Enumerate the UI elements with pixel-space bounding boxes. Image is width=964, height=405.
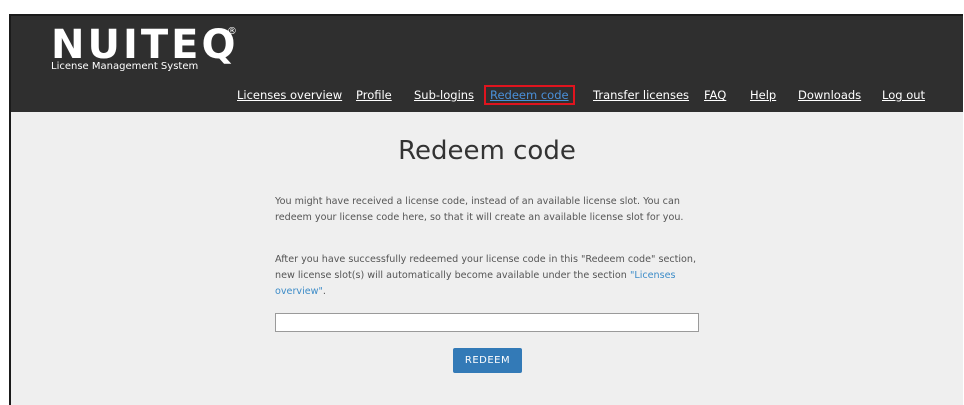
instructions-text: After you have successfully redeemed you… <box>275 252 705 300</box>
app-frame: NUITEQ ® License Management System Licen… <box>9 14 963 405</box>
redeem-button[interactable]: REDEEM <box>453 348 522 373</box>
nav-redeem-code[interactable]: Redeem code <box>484 85 575 105</box>
nav-faq[interactable]: FAQ <box>704 88 726 102</box>
instructions-end: . <box>322 286 326 297</box>
nav-sub-logins[interactable]: Sub-logins <box>414 88 474 102</box>
page-title: Redeem code <box>398 136 576 166</box>
registered-mark: ® <box>227 26 237 37</box>
logo-subtitle: License Management System <box>51 61 199 72</box>
nav-licenses-overview[interactable]: Licenses overview <box>237 88 342 102</box>
nav-transfer-licenses[interactable]: Transfer licenses <box>593 88 689 102</box>
nav-log-out[interactable]: Log out <box>882 88 925 102</box>
nav-downloads[interactable]: Downloads <box>798 88 861 102</box>
license-code-input[interactable] <box>275 313 699 332</box>
main-content: Redeem code You might have received a li… <box>11 112 963 405</box>
site-header: NUITEQ ® License Management System Licen… <box>11 16 963 112</box>
nav-profile[interactable]: Profile <box>356 88 392 102</box>
nav-help[interactable]: Help <box>750 88 776 102</box>
nuiteq-logo[interactable]: NUITEQ <box>51 25 238 65</box>
intro-text: You might have received a license code, … <box>275 196 684 223</box>
